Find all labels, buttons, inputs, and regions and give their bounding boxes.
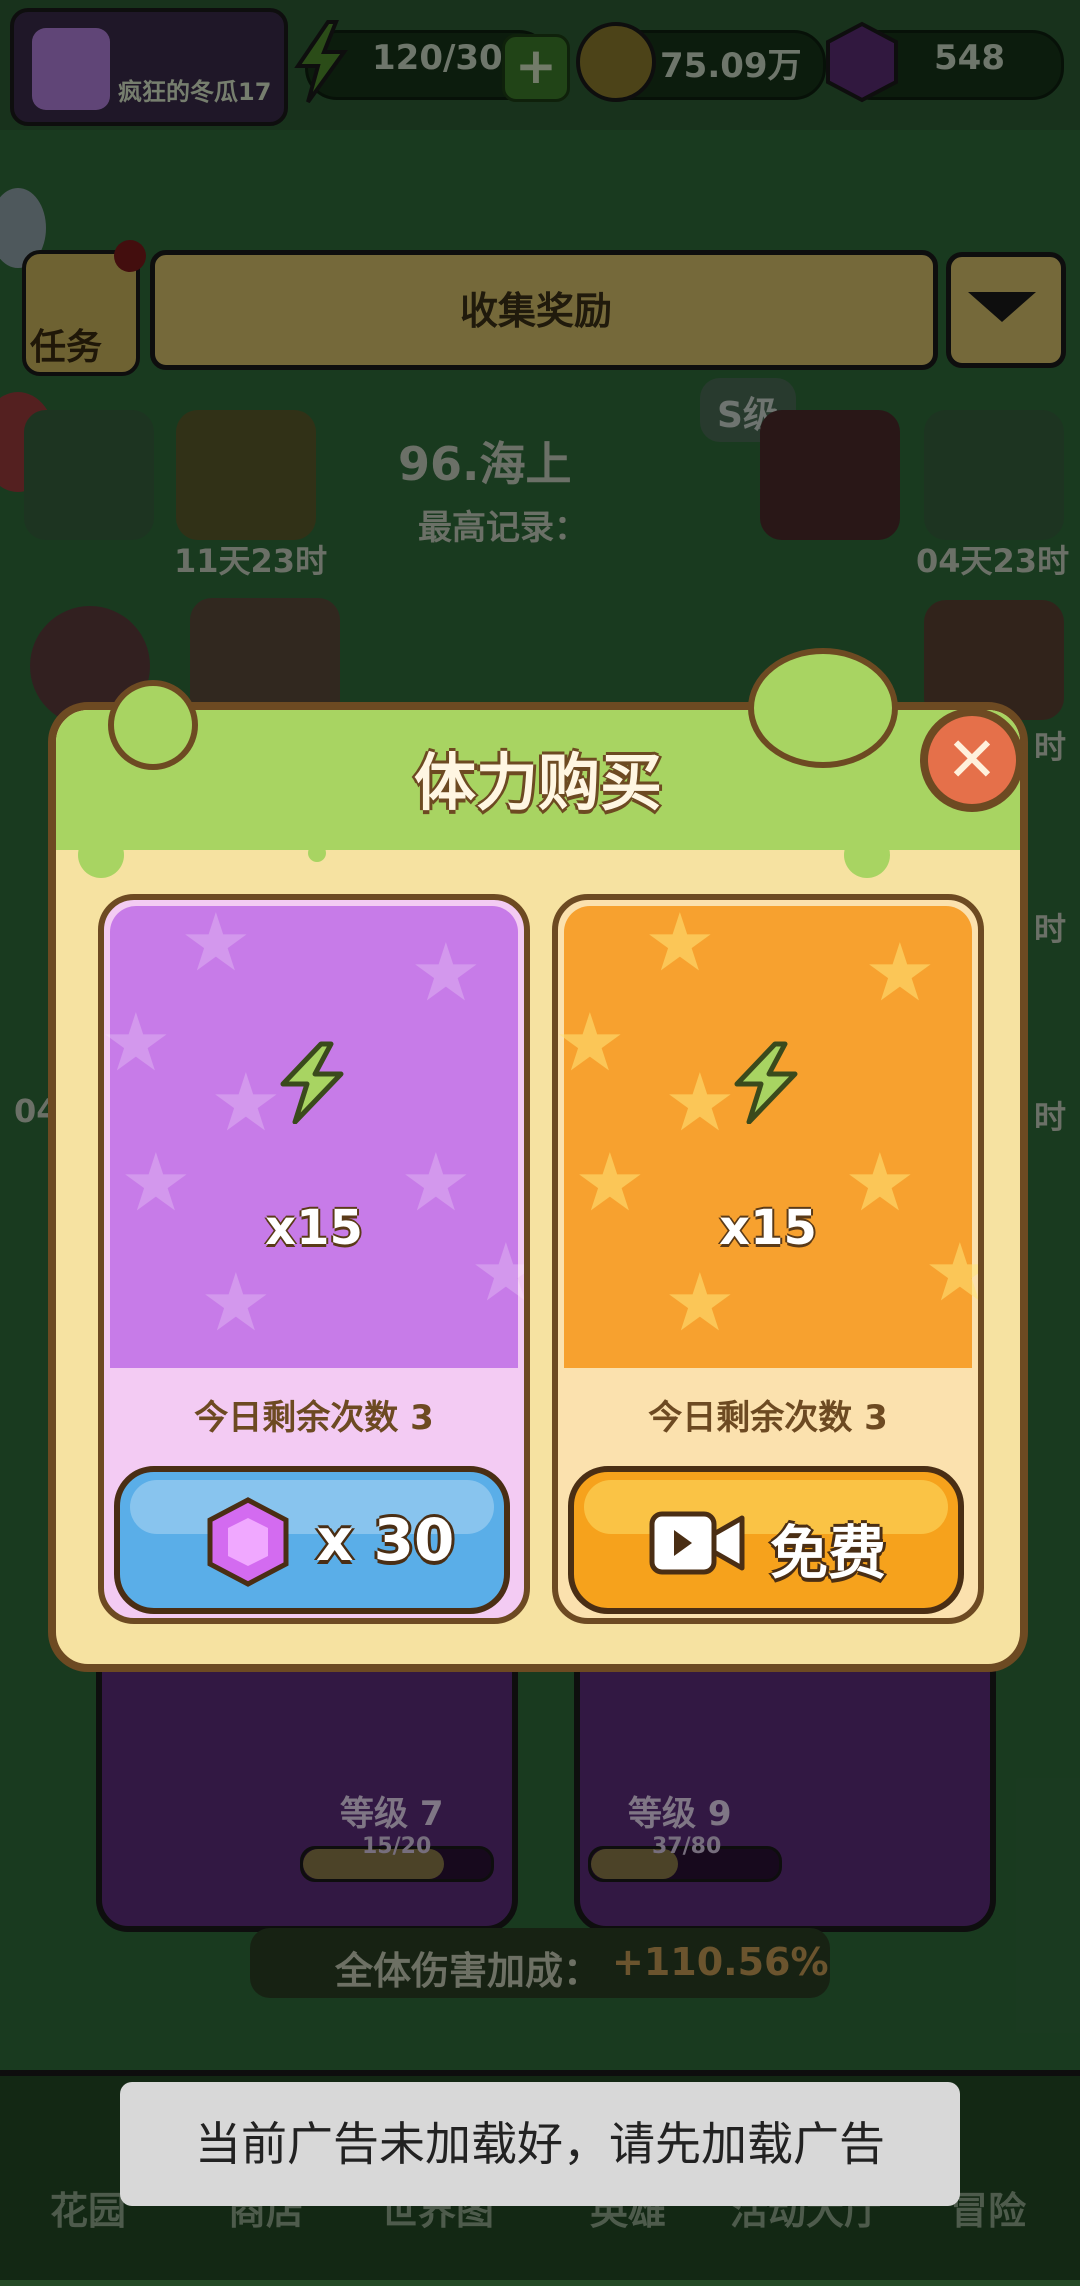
remaining-count: 今日剩余次数 3 [194,1398,434,1438]
energy-bolt-icon [280,1041,344,1124]
star-decor: ★ [554,996,626,1089]
energy-quantity: x15 [265,1200,363,1256]
close-icon: ✕ [946,723,998,796]
gem-icon [207,1497,289,1587]
buy-with-gems-button[interactable]: x 30 [114,1466,510,1614]
star-decor: ★ [410,926,482,1019]
free-label: 免费 [770,1519,887,1587]
close-button[interactable]: ✕ [920,708,1024,812]
star-decor: ★ [864,926,936,1019]
energy-quantity: x15 [719,1200,817,1256]
remaining-count: 今日剩余次数 3 [648,1398,888,1438]
star-decor: ★ [180,896,252,989]
dialog-title: 体力购买 [413,746,662,819]
slime-drip [78,832,124,878]
star-decor: ★ [100,996,172,1089]
slime-drip [308,844,326,862]
energy-purchase-dialog: 体力购买 ✕ ★ ★ ★ ★ ★ ★ ★ ★ x15 今日剩余次数 3 x 30 [48,648,1028,1672]
video-icon [649,1511,745,1575]
toast-text: 当前广告未加载好，请先加载广告 [195,2117,885,2171]
offer-card-ad: ★ ★ ★ ★ ★ ★ ★ ★ x15 今日剩余次数 3 免费 [552,894,984,1624]
star-decor: ★ [644,896,716,989]
energy-bolt-icon [734,1041,798,1124]
offer-card-gems: ★ ★ ★ ★ ★ ★ ★ ★ x15 今日剩余次数 3 x 30 [98,894,530,1624]
slime-drip [844,832,890,878]
offer-art-gems: ★ ★ ★ ★ ★ ★ ★ ★ [104,900,524,1368]
star-decor: ★ [200,1256,272,1349]
star-decor: ★ [664,1256,736,1349]
button-gloss [584,1480,948,1534]
offer-art-ad: ★ ★ ★ ★ ★ ★ ★ ★ [558,900,978,1368]
toast-message: 当前广告未加载好，请先加载广告 [120,2082,960,2206]
gem-cost: x 30 [316,1506,455,1574]
watch-ad-free-button[interactable]: 免费 [568,1466,964,1614]
